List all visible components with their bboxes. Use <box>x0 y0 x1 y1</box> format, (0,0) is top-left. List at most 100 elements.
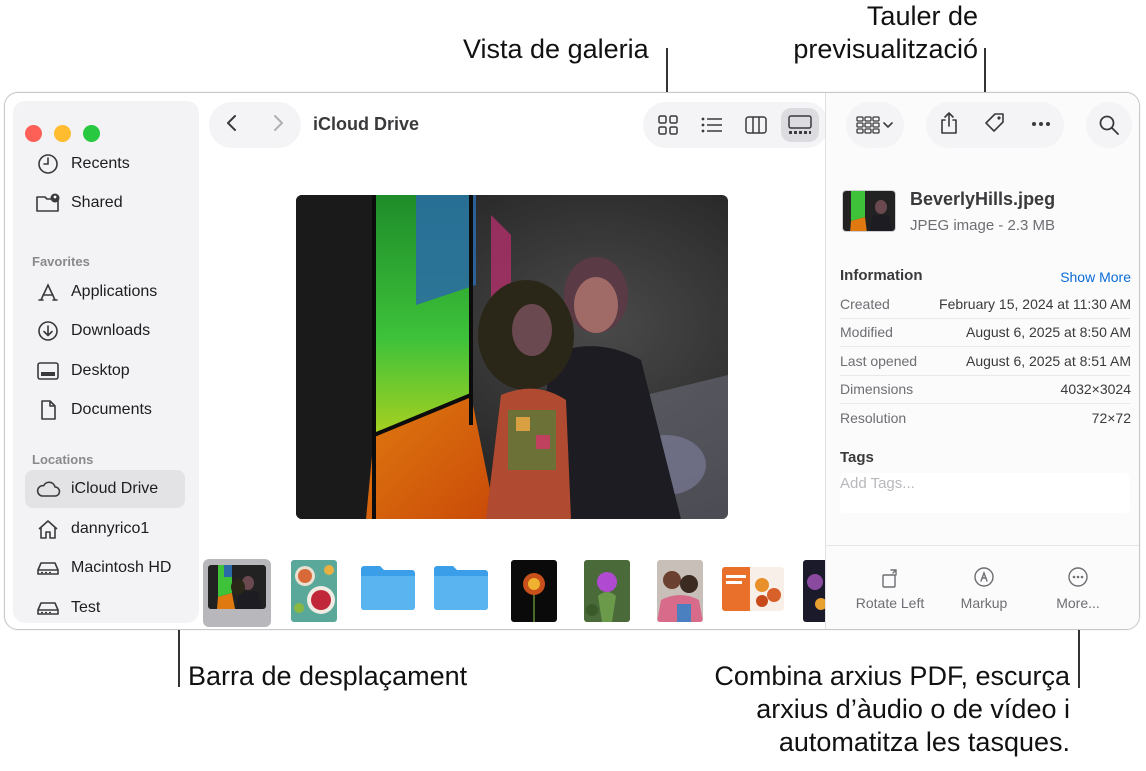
sidebar-item-documents[interactable]: Documents <box>25 391 185 429</box>
forward-button[interactable] <box>270 113 286 138</box>
sidebar-item-label: Downloads <box>71 322 151 339</box>
callout-quick-actions-line3: automatitza les tasques. <box>778 727 1070 757</box>
sidebar-item-test[interactable]: Test <box>25 589 185 627</box>
thumbnail-thistle[interactable] <box>584 560 630 622</box>
info-value-resolution: 72×72 <box>1091 410 1131 426</box>
finder-window: Recents Shared Favorites Applications Do… <box>4 92 1140 630</box>
sidebar-item-label: iCloud Drive <box>71 480 159 497</box>
close-button[interactable] <box>25 125 42 142</box>
clock-icon <box>35 153 61 175</box>
navigation-controls <box>209 102 301 148</box>
sidebar-item-downloads[interactable]: Downloads <box>25 312 185 350</box>
thumbnail-partial[interactable] <box>803 560 825 622</box>
file-kind-size: JPEG image - 2.3 MB <box>910 217 1056 234</box>
cloud-icon <box>35 478 61 500</box>
share-button[interactable] <box>938 111 960 140</box>
info-value-created: February 15, 2024 at 11:30 AM <box>939 296 1131 312</box>
search-button[interactable] <box>1086 102 1132 148</box>
thumbnail-document[interactable] <box>722 567 784 611</box>
rotate-left-button[interactable]: Rotate Left <box>842 563 938 611</box>
thumbnail-food[interactable] <box>291 560 337 622</box>
tag-button[interactable] <box>983 111 1007 140</box>
downloads-icon <box>35 320 61 342</box>
info-value-modified: August 6, 2025 at 8:50 AM <box>965 324 1131 340</box>
sidebar-section-locations: Locations <box>32 452 94 467</box>
callout-preview-pane-line1: Tauler de <box>866 1 978 31</box>
info-divider <box>840 375 1130 376</box>
thumbnail-folder-1[interactable] <box>359 563 417 611</box>
ellipsis-icon <box>1032 122 1051 126</box>
quick-actions-divider <box>826 545 1139 546</box>
list-view-button[interactable] <box>693 108 731 142</box>
folder-icon <box>434 566 488 610</box>
show-more-link[interactable]: Show More <box>1060 269 1131 285</box>
info-value-last-opened: August 6, 2025 at 8:51 AM <box>965 353 1131 369</box>
gallery-icon <box>788 115 812 134</box>
sidebar-item-macintosh-hd[interactable]: Macintosh HD <box>25 549 185 587</box>
sidebar-item-label: Shared <box>71 194 123 211</box>
desktop-icon <box>35 360 61 382</box>
sidebar-item-home[interactable]: dannyrico1 <box>25 510 185 548</box>
leader-quick-actions <box>1078 620 1080 688</box>
shared-folder-icon <box>35 192 61 214</box>
thumbnail-beverlyhills[interactable] <box>208 565 266 609</box>
back-button[interactable] <box>224 113 240 138</box>
callout-scrubber-bar: Barra de desplaçament <box>188 661 468 691</box>
info-divider <box>840 318 1130 319</box>
info-value-dimensions: 4032×3024 <box>1060 381 1131 397</box>
more-actions-button[interactable] <box>1030 116 1052 134</box>
sidebar-item-label: Test <box>71 599 101 616</box>
more-quick-actions-button[interactable]: More... <box>1030 563 1126 611</box>
gallery-view-button[interactable] <box>781 108 819 142</box>
information-heading: Information <box>840 267 923 284</box>
info-label-last-opened: Last opened <box>840 353 918 369</box>
sidebar-item-label: Documents <box>71 401 152 418</box>
callout-quick-actions-line2: arxius d’àudio o de vídeo i <box>756 694 1070 724</box>
group-by-control[interactable] <box>846 102 904 148</box>
sidebar-item-desktop[interactable]: Desktop <box>25 352 185 390</box>
tags-heading: Tags <box>840 449 874 466</box>
search-icon <box>1099 115 1119 135</box>
icon-view-button[interactable] <box>649 108 687 142</box>
sidebar-item-applications[interactable]: Applications <box>25 273 185 311</box>
scrubber-bar[interactable] <box>201 555 825 627</box>
sidebar-item-label: dannyrico1 <box>71 520 150 537</box>
markup-label: Markup <box>960 595 1008 611</box>
preview-pane: BeverlyHills.jpeg JPEG image - 2.3 MB In… <box>826 93 1139 629</box>
thumbnail-flower-dark[interactable] <box>511 560 557 622</box>
disk-icon <box>35 597 61 619</box>
group-by-icon <box>856 116 893 134</box>
info-label-created: Created <box>840 296 890 312</box>
folder-icon <box>361 566 415 610</box>
minimize-button[interactable] <box>54 125 71 142</box>
thumbnail-folder-2[interactable] <box>432 563 490 611</box>
share-icon <box>940 111 957 134</box>
list-icon <box>701 117 722 133</box>
info-label-dimensions: Dimensions <box>840 381 914 397</box>
column-view-button[interactable] <box>737 108 775 142</box>
callout-quick-actions: Combina arxius PDF, escurça arxius d’àud… <box>650 660 1070 759</box>
info-divider <box>840 403 1130 404</box>
sidebar-item-shared[interactable]: Shared <box>25 184 185 222</box>
gallery-main-image[interactable] <box>296 195 728 519</box>
leader-preview-pane <box>984 48 986 94</box>
sidebar-item-label: Desktop <box>71 362 130 379</box>
home-icon <box>35 518 61 540</box>
window-title: iCloud Drive <box>313 114 420 134</box>
markup-button[interactable]: Markup <box>936 563 1032 611</box>
more-quick-actions-label: More... <box>1056 595 1100 611</box>
grid-icon <box>658 115 678 135</box>
callout-preview-pane-line2: previsualització <box>793 34 978 64</box>
sidebar-item-label: Applications <box>71 283 158 300</box>
sidebar-item-recents[interactable]: Recents <box>25 145 185 183</box>
tags-field[interactable]: Add Tags... <box>840 473 1130 513</box>
more-icon <box>1068 567 1088 587</box>
thumbnail-friends[interactable] <box>657 560 703 622</box>
sidebar-item-icloud-drive[interactable]: iCloud Drive <box>25 470 185 508</box>
file-thumbnail-icon <box>842 190 896 232</box>
document-icon <box>35 399 61 421</box>
sidebar-section-favorites: Favorites <box>32 254 90 269</box>
info-label-modified: Modified <box>840 324 893 340</box>
zoom-button[interactable] <box>83 125 100 142</box>
tags-placeholder: Add Tags... <box>840 475 915 492</box>
